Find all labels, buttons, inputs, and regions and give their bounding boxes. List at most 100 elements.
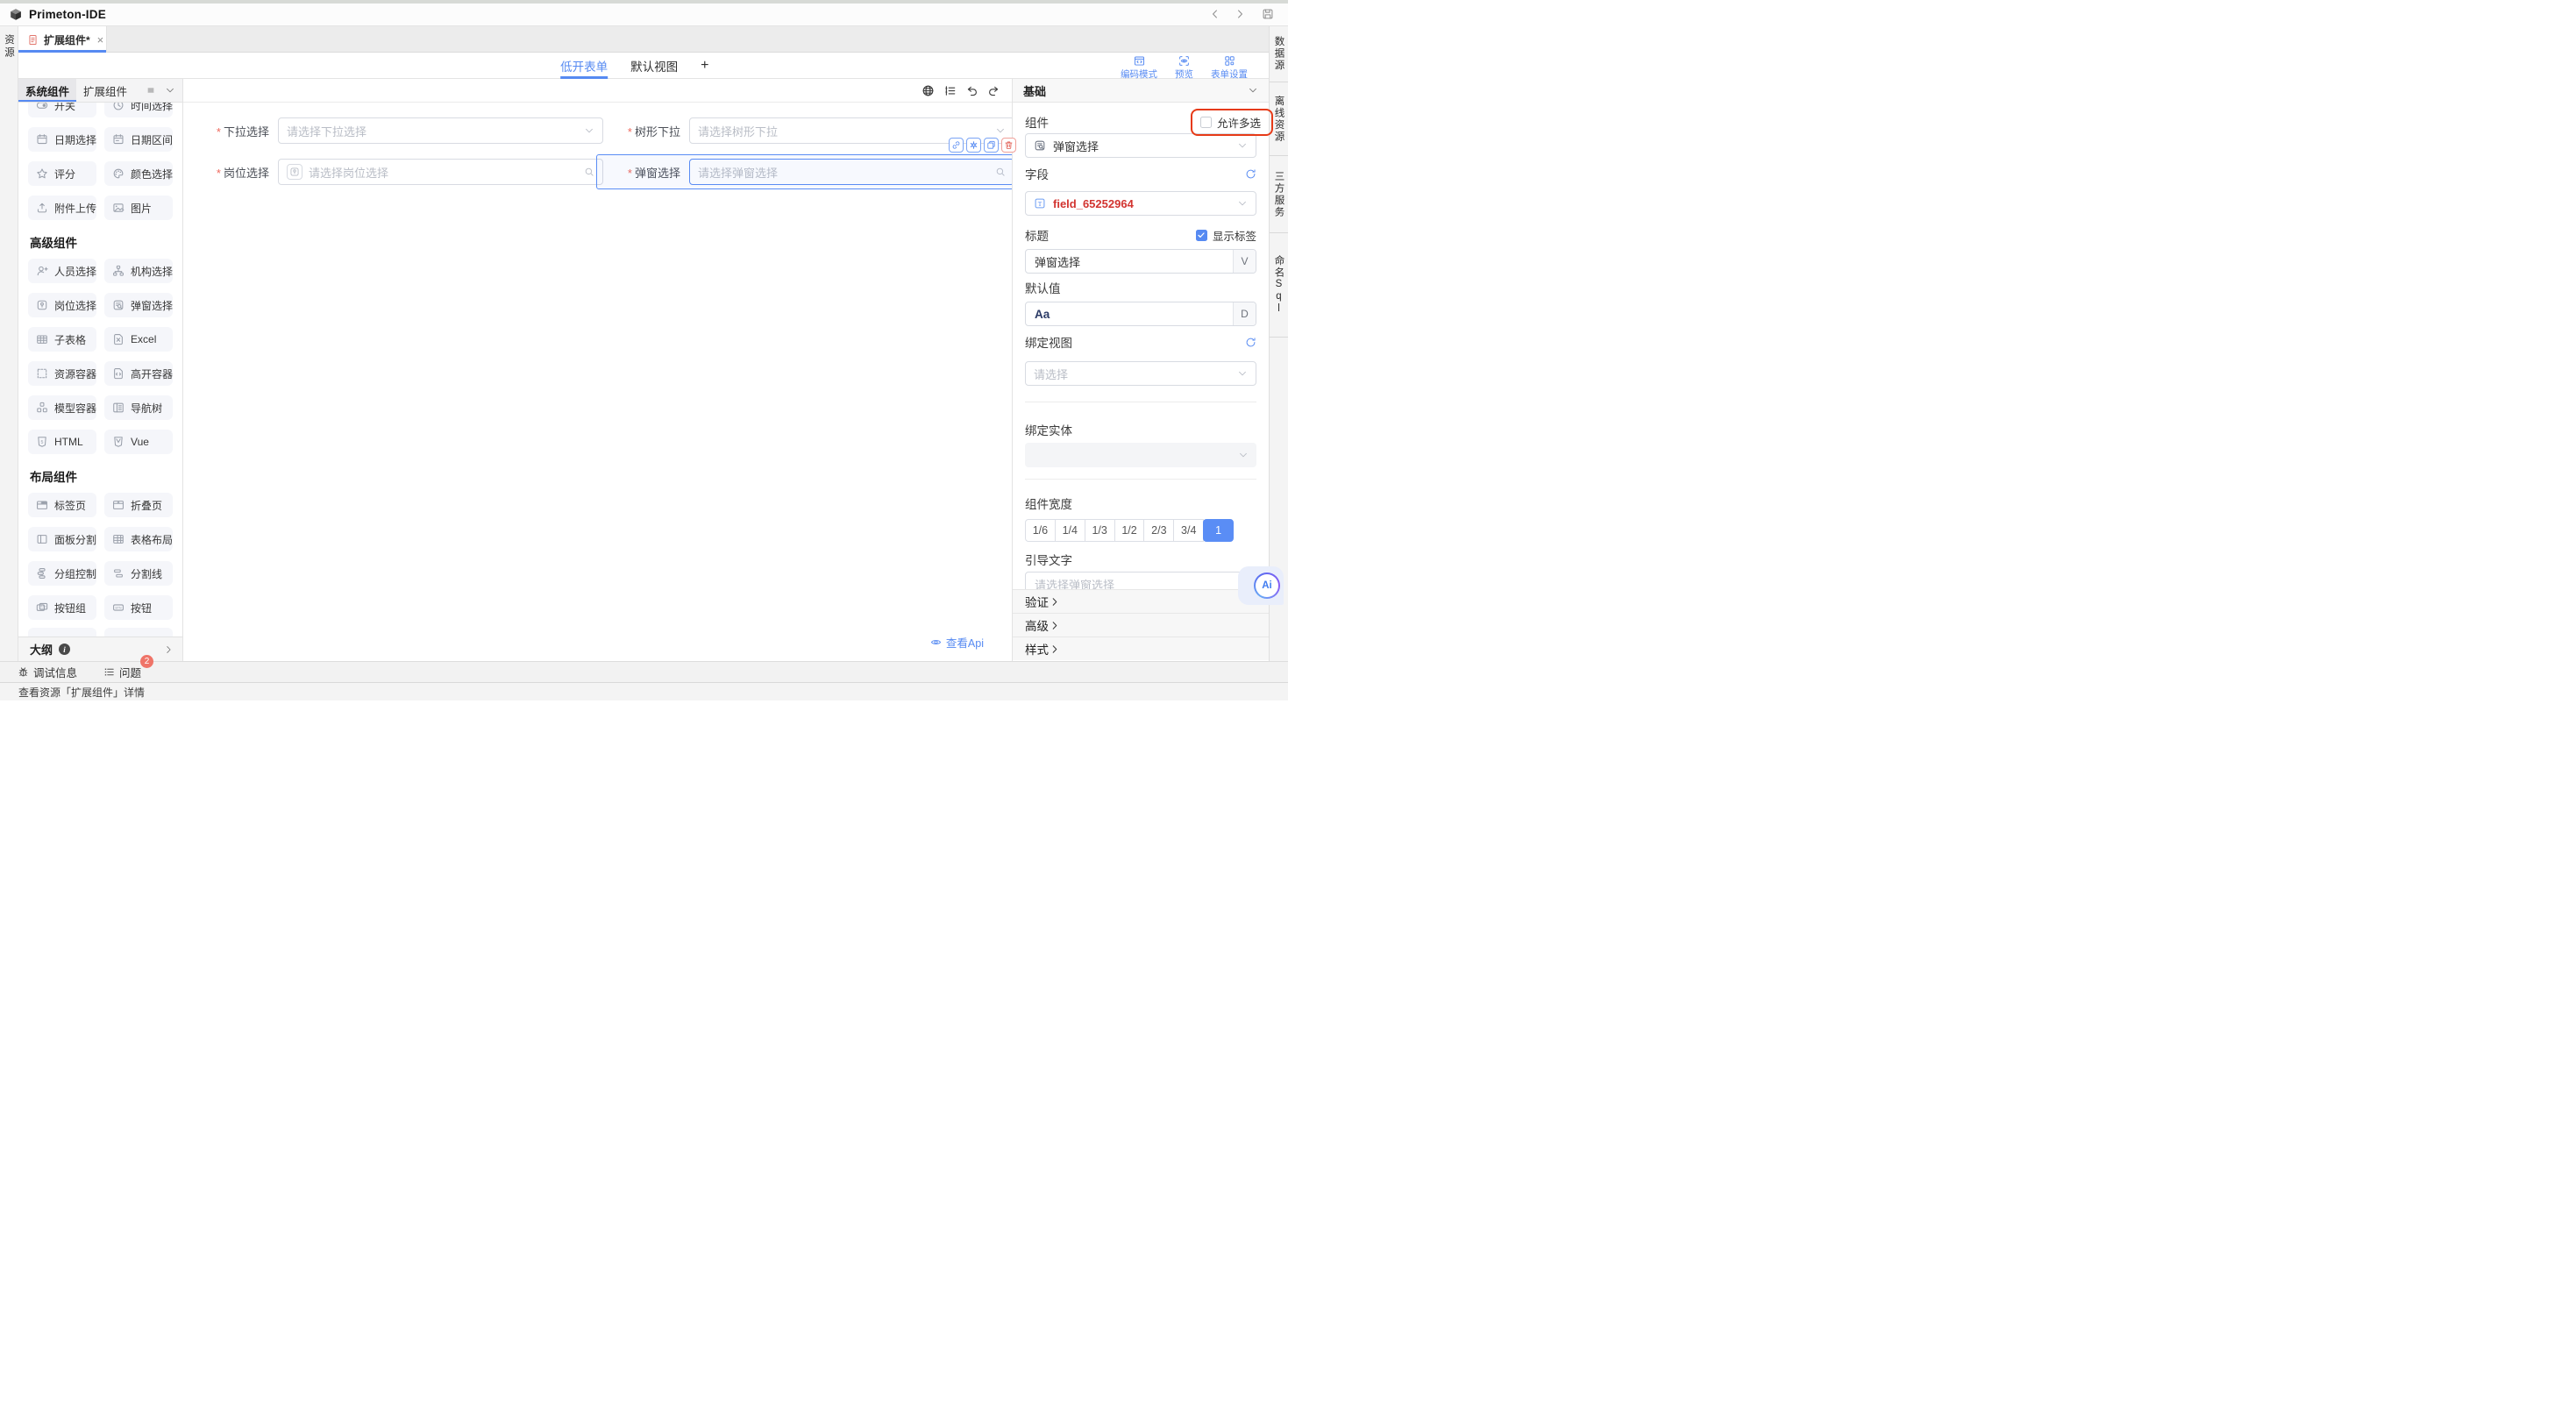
view-api-link[interactable]: 查看Api xyxy=(930,634,984,651)
delete-button[interactable] xyxy=(1001,138,1016,153)
component-item-按钮[interactable]: 按钮 xyxy=(104,595,173,620)
document-tab-extension-component[interactable]: 扩展组件* × xyxy=(18,26,107,53)
show-label-checkbox-group[interactable]: 显示标签 xyxy=(1196,227,1256,244)
menu-icon[interactable] xyxy=(146,85,156,96)
component-item[interactable] xyxy=(104,628,173,636)
form-field-弹窗选择[interactable]: *弹窗选择 请选择弹窗选择 xyxy=(608,159,1014,185)
form-field-下拉选择[interactable]: *下拉选择 请选择下拉选择 xyxy=(197,117,603,144)
component-item-资源容器[interactable]: 资源容器 xyxy=(28,361,96,386)
view-tab-默认视图[interactable]: 默认视图 xyxy=(630,53,678,79)
ai-icon[interactable]: Ai xyxy=(1254,572,1280,599)
palette-icon xyxy=(112,167,125,180)
default-value-input-value[interactable]: Aa xyxy=(1026,302,1233,325)
field-search-input[interactable]: 请选择岗位选择 xyxy=(278,159,603,185)
component-item-图片[interactable]: 图片 xyxy=(104,196,173,220)
width-option-1[interactable]: 1 xyxy=(1203,519,1234,542)
default-value-input[interactable]: Aa D xyxy=(1025,302,1256,326)
header-action-preview[interactable]: 预览 xyxy=(1175,53,1193,81)
field-select[interactable]: field_65252964 xyxy=(1025,191,1256,216)
nav-back-icon[interactable] xyxy=(1209,8,1221,20)
component-item-Vue[interactable]: Vue xyxy=(104,430,173,454)
component-item-附件上传[interactable]: 附件上传 xyxy=(28,196,96,220)
ai-assistant-button[interactable]: Ai xyxy=(1238,566,1284,605)
bind-entity-select[interactable] xyxy=(1025,443,1256,467)
view-tab-低开表单[interactable]: 低开表单 xyxy=(560,53,608,79)
component-item-时间选择[interactable]: 时间选择 xyxy=(104,103,173,117)
bind-view-select[interactable]: 请选择 xyxy=(1025,361,1256,386)
component-item-表格布局[interactable]: 表格布局 xyxy=(104,527,173,551)
component-item-日期区间[interactable]: 日期区间 xyxy=(104,127,173,152)
form-field-岗位选择[interactable]: *岗位选择 请选择岗位选择 xyxy=(197,159,603,185)
nav-forward-icon[interactable] xyxy=(1234,8,1246,20)
default-value-suffix-button[interactable]: D xyxy=(1233,302,1256,325)
width-option-2/3[interactable]: 2/3 xyxy=(1143,519,1174,542)
width-option-1/6[interactable]: 1/6 xyxy=(1025,519,1056,542)
globe-icon[interactable] xyxy=(922,84,935,97)
component-item-评分[interactable]: 评分 xyxy=(28,161,96,186)
show-label-checkbox[interactable] xyxy=(1196,230,1207,241)
component-item-分组控制[interactable]: 分组控制 xyxy=(28,561,96,586)
field-select[interactable]: 请选择下拉选择 xyxy=(278,117,603,144)
component-item-开关[interactable]: 开关 xyxy=(28,103,96,117)
right-rail-item-三方服务[interactable]: 三方服务 xyxy=(1270,156,1288,233)
allow-multi-select-checkbox-group[interactable]: 允许多选 xyxy=(1200,114,1267,131)
component-panel-tab-扩展组件[interactable]: 扩展组件 xyxy=(76,79,134,102)
component-item-人员选择[interactable]: 人员选择 xyxy=(28,259,96,283)
outline-list-icon[interactable] xyxy=(943,84,957,97)
debug-info-button[interactable]: 调试信息 xyxy=(18,664,77,680)
save-icon[interactable] xyxy=(1262,8,1274,20)
width-option-1/4[interactable]: 1/4 xyxy=(1055,519,1085,542)
component-item-面板分割[interactable]: 面板分割 xyxy=(28,527,96,551)
component-item-日期选择[interactable]: 日期选择 xyxy=(28,127,96,152)
component-item[interactable] xyxy=(28,628,96,636)
header-action-form-settings[interactable]: 表单设置 xyxy=(1211,53,1248,81)
link-button[interactable] xyxy=(949,138,964,153)
component-item-岗位选择[interactable]: 岗位选择 xyxy=(28,293,96,317)
redo-icon[interactable] xyxy=(987,84,1000,97)
left-rail-resources[interactable]: 资源 xyxy=(0,26,18,661)
component-item-高开容器[interactable]: 高开容器 xyxy=(104,361,173,386)
chevron-right-icon[interactable] xyxy=(163,644,174,655)
chev-down-icon[interactable] xyxy=(165,85,175,96)
collapsed-section-验证[interactable]: 验证 xyxy=(1013,589,1269,613)
component-item-标签页[interactable]: 标签页 xyxy=(28,493,96,517)
allow-multi-select-checkbox[interactable] xyxy=(1200,117,1212,128)
copy-button[interactable] xyxy=(984,138,999,153)
component-item-子表格[interactable]: 子表格 xyxy=(28,327,96,352)
properties-header[interactable]: 基础 xyxy=(1013,79,1269,103)
component-item-分割线[interactable]: 分割线 xyxy=(104,561,173,586)
title-input-value[interactable]: 弹窗选择 xyxy=(1026,250,1233,273)
field-search-input[interactable]: 请选择弹窗选择 xyxy=(689,159,1014,185)
component-item-导航树[interactable]: 导航树 xyxy=(104,395,173,420)
component-item-机构选择[interactable]: 机构选择 xyxy=(104,259,173,283)
refresh-icon[interactable] xyxy=(1245,168,1256,180)
width-option-1/2[interactable]: 1/2 xyxy=(1114,519,1145,542)
component-item-折叠页[interactable]: 折叠页 xyxy=(104,493,173,517)
settings-button[interactable] xyxy=(966,138,981,153)
title-input-suffix-button[interactable]: V xyxy=(1233,250,1256,273)
right-rail-item-数据源[interactable]: 数据源 xyxy=(1270,26,1288,82)
add-view-tab-button[interactable]: + xyxy=(701,53,708,79)
component-item-HTML[interactable]: HTML xyxy=(28,430,96,454)
component-item-颜色选择[interactable]: 颜色选择 xyxy=(104,161,173,186)
collapsed-section-高级[interactable]: 高级 xyxy=(1013,613,1269,636)
right-rail-item-命名Sql[interactable]: 命名Sql xyxy=(1270,233,1288,338)
component-panel-tab-系统组件[interactable]: 系统组件 xyxy=(18,79,76,102)
right-rail-item-离线资源[interactable]: 离线资源 xyxy=(1270,82,1288,156)
width-option-3/4[interactable]: 3/4 xyxy=(1173,519,1204,542)
component-item-按钮组[interactable]: 按钮组 xyxy=(28,595,96,620)
collapsed-section-样式[interactable]: 样式 xyxy=(1013,636,1269,660)
undo-icon[interactable] xyxy=(965,84,978,97)
close-icon[interactable]: × xyxy=(97,33,104,46)
issues-button[interactable]: 问题 2 xyxy=(103,664,141,680)
component-width-label-row: 组件宽度 xyxy=(1025,496,1256,510)
title-input[interactable]: 弹窗选择 V xyxy=(1025,249,1256,274)
outline-row[interactable]: 大纲 i xyxy=(18,636,183,661)
component-item-Excel[interactable]: Excel xyxy=(104,327,173,352)
component-item-弹窗选择[interactable]: 弹窗选择 xyxy=(104,293,173,317)
component-type-select[interactable]: 弹窗选择 xyxy=(1025,133,1256,158)
refresh-icon[interactable] xyxy=(1245,337,1256,348)
width-option-1/3[interactable]: 1/3 xyxy=(1085,519,1115,542)
header-action-code-mode[interactable]: 编码模式 xyxy=(1121,53,1157,81)
component-item-模型容器[interactable]: 模型容器 xyxy=(28,395,96,420)
